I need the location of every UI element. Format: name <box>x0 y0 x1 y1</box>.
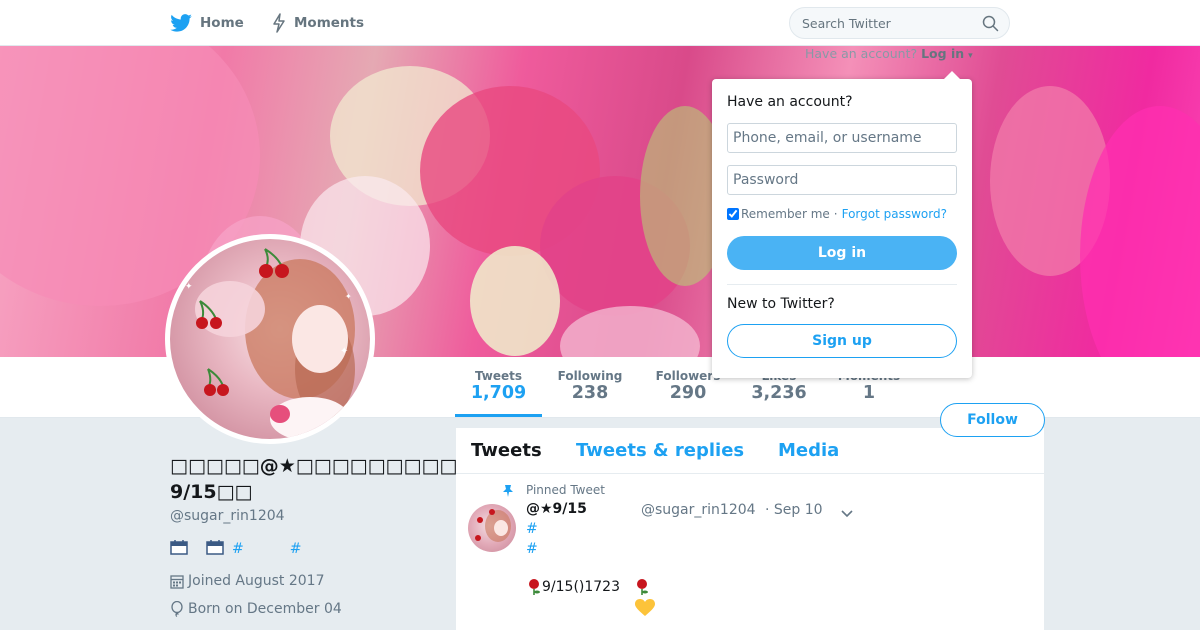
home-icon <box>170 14 192 32</box>
profile-handle[interactable]: @sugar_rin1204 <box>170 508 285 524</box>
login-link[interactable]: Log in <box>921 46 964 61</box>
pinned-tweet-label: Pinned Tweet <box>526 483 605 497</box>
chevron-down-icon: ▾ <box>968 51 973 61</box>
profile-name: □□□□□@★□□□□□□□□□□□□ 9/15□□ <box>170 455 512 503</box>
stat-followers-value: 290 <box>669 383 707 403</box>
pin-icon <box>502 483 514 502</box>
stat-following-label: Following <box>557 369 623 383</box>
svg-text:✦: ✦ <box>340 346 348 357</box>
profile-joined: Joined August 2017 <box>170 573 324 589</box>
dropdown-caret <box>944 71 960 79</box>
stat-following-value: 238 <box>571 383 609 403</box>
born-text: Born on December 04 <box>188 601 342 617</box>
svg-text:✦: ✦ <box>345 292 352 301</box>
stat-tweets[interactable]: Tweets 1,709 <box>455 369 542 403</box>
balloon-icon <box>171 601 183 617</box>
divider <box>727 284 957 285</box>
stat-tweets-value: 1,709 <box>470 383 527 403</box>
rose-icon <box>529 579 540 595</box>
stat-tweets-label: Tweets <box>474 369 523 383</box>
active-stat-indicator <box>455 414 542 417</box>
rose-icon <box>637 579 648 595</box>
calendar-icon <box>170 574 184 589</box>
bio-hashtag-link[interactable]: # <box>232 541 244 557</box>
chevron-down-icon[interactable] <box>840 504 854 523</box>
remember-me-label[interactable]: Remember me <box>741 207 830 221</box>
remember-me-checkbox[interactable] <box>727 208 739 220</box>
new-to-twitter-label: New to Twitter? <box>727 296 835 312</box>
dropdown-title: Have an account? <box>727 94 853 110</box>
username-field[interactable] <box>727 123 957 153</box>
tweet-hashtag-link[interactable]: # <box>526 521 538 537</box>
search-input[interactable] <box>802 8 982 38</box>
tweet-text-content: 9/15()1723 <box>542 579 620 595</box>
stat-moments-value: 1 <box>862 383 876 403</box>
search-box <box>789 7 1010 39</box>
timeline: Tweets Tweets & replies Media Pinned Twe… <box>456 428 1044 630</box>
tab-tweets-and-replies[interactable]: Tweets & replies <box>576 440 744 461</box>
tab-tweets[interactable]: Tweets <box>471 440 542 461</box>
tweet-date[interactable]: · Sep 10 <box>765 502 823 518</box>
login-prompt-text: Have an account? <box>805 46 918 61</box>
nav-home-label: Home <box>200 15 244 31</box>
tab-media[interactable]: Media <box>778 440 839 461</box>
login-button[interactable]: Log in <box>727 236 957 270</box>
nav-moments-label: Moments <box>294 15 365 31</box>
lightning-icon <box>272 13 286 33</box>
follow-button[interactable]: Follow <box>940 403 1045 437</box>
stat-following[interactable]: Following 238 <box>550 369 630 403</box>
bio-hashtag-link[interactable]: # <box>290 541 302 557</box>
joined-text: Joined August 2017 <box>188 573 325 589</box>
login-dropdown: Have an account? Remember me · Forgot pa… <box>712 71 972 378</box>
profile-bio: # # <box>170 539 309 559</box>
tweet-hashtag-link[interactable]: # <box>526 541 538 557</box>
password-field[interactable] <box>727 165 957 195</box>
avatar-image: ✦ ✦ ✦ <box>185 248 355 439</box>
login-prompt: Have an account? Log in ▾ <box>805 46 973 61</box>
tweet-text: 9/15()1723 <box>526 578 650 596</box>
top-navigation: Home Moments <box>0 0 1200 46</box>
yellow-heart-icon <box>635 599 655 616</box>
calendar-emoji-icon <box>170 539 188 559</box>
tweet-avatar[interactable] <box>468 504 516 552</box>
nav-moments[interactable]: Moments <box>272 0 364 46</box>
tweet-author-handle[interactable]: @sugar_rin1204 <box>641 502 756 518</box>
stat-likes-value: 3,236 <box>751 383 807 403</box>
forgot-password-link[interactable]: Forgot password? <box>842 207 947 221</box>
profile-birthday: Born on December 04 <box>170 601 342 617</box>
calendar-emoji-icon <box>206 539 224 559</box>
remember-row: Remember me · Forgot password? <box>727 207 947 221</box>
signup-button[interactable]: Sign up <box>727 324 957 358</box>
svg-text:✦: ✦ <box>185 282 193 292</box>
profile-avatar[interactable]: ✦ ✦ ✦ <box>165 234 375 444</box>
tweet-author-name[interactable]: @★9/15 <box>526 501 587 517</box>
nav-home[interactable]: Home <box>170 0 244 46</box>
search-icon[interactable] <box>982 15 999 36</box>
separator-dot: · <box>833 207 838 221</box>
